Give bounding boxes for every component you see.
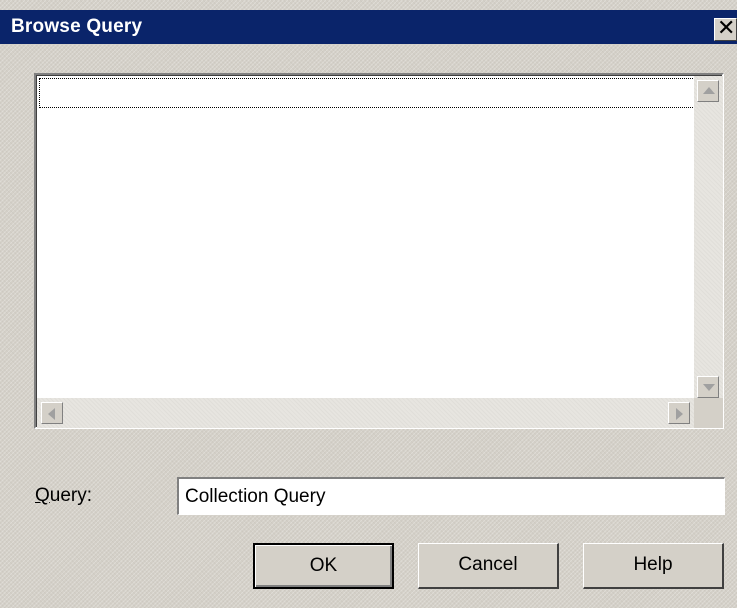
query-label: Query:: [35, 485, 92, 507]
window-title: Browse Query: [11, 16, 143, 37]
cancel-button[interactable]: Cancel: [418, 543, 559, 589]
scrollbar-corner: [694, 398, 723, 428]
scroll-down-button[interactable]: [697, 376, 719, 398]
chevron-left-icon: [48, 408, 55, 420]
scroll-up-button[interactable]: [697, 80, 719, 102]
chevron-right-icon: [676, 408, 683, 420]
help-button[interactable]: Help: [583, 543, 724, 589]
close-button[interactable]: ✕: [714, 16, 737, 41]
scroll-left-button[interactable]: [41, 402, 63, 424]
vertical-scrollbar[interactable]: [694, 76, 723, 428]
title-bar: Browse Query: [0, 10, 737, 44]
ok-button[interactable]: OK: [253, 543, 394, 589]
query-list[interactable]: [34, 73, 724, 429]
chevron-down-icon: [703, 384, 715, 391]
browse-query-dialog: Browse Query ✕ Query: Collection Query O…: [0, 0, 737, 608]
query-list-content: [36, 75, 723, 428]
query-label-rest: uery:: [49, 485, 93, 506]
horizontal-scrollbar[interactable]: [37, 398, 694, 428]
query-input[interactable]: [177, 477, 725, 515]
chevron-up-icon: [703, 87, 715, 94]
query-label-mnemonic: Q: [35, 485, 50, 506]
close-icon: ✕: [717, 16, 736, 41]
list-focus-row[interactable]: [39, 78, 693, 108]
scroll-right-button[interactable]: [668, 402, 690, 424]
